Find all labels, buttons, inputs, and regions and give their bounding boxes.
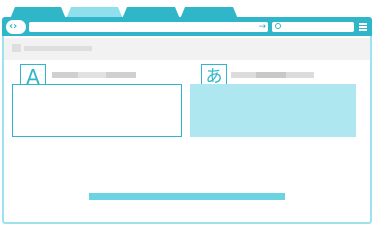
source-header-segment-3 [106,72,136,78]
go-arrow-icon[interactable]: → [258,20,266,34]
back-forward-button[interactable]: ‹› [6,20,26,34]
source-header-segment-1 [52,72,78,78]
translate-button[interactable] [89,193,285,200]
breadcrumb-placeholder [24,46,92,51]
back-forward-icon: ‹› [9,21,18,32]
source-text-input[interactable] [12,84,182,137]
translation-output [190,84,356,137]
target-header-segment-2 [256,72,286,78]
search-input[interactable] [272,22,354,32]
search-icon [275,23,281,29]
target-header-segment-1 [231,72,256,78]
source-header-segment-2 [78,72,106,78]
target-header-segment-3 [286,72,314,78]
hamburger-menu-icon[interactable] [359,23,367,31]
address-bar[interactable]: → [29,22,268,32]
breadcrumb-checkbox[interactable] [12,44,21,52]
